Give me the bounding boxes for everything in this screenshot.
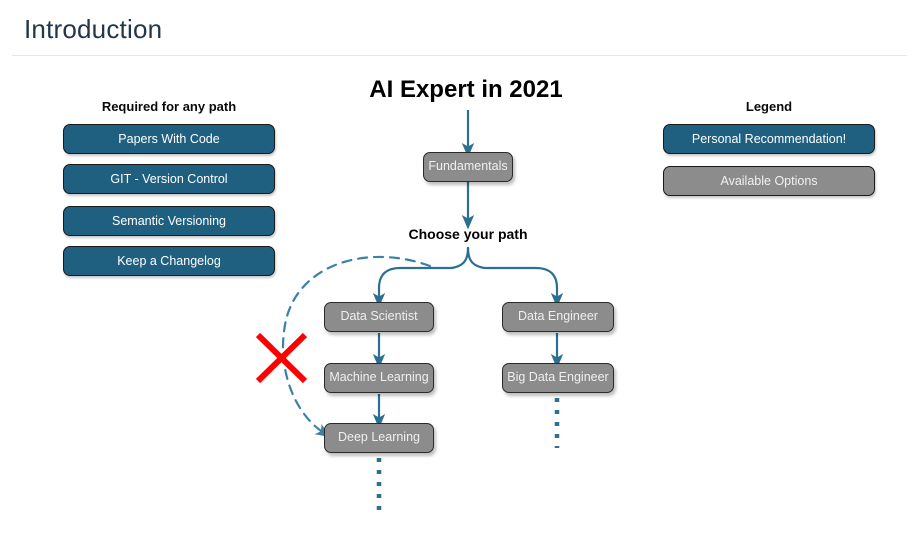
required-item-papers-with-code[interactable]: Papers With Code (63, 124, 275, 154)
legend-item-personal-recommendation: Personal Recommendation! (663, 124, 875, 154)
legend-section-heading: Legend (745, 99, 793, 114)
node-fundamentals[interactable]: Fundamentals (423, 152, 513, 182)
page-header: Introduction (0, 0, 919, 58)
arrow-split-right-branch (466, 246, 564, 308)
node-data-scientist[interactable]: Data Scientist (324, 302, 434, 332)
required-item-keep-a-changelog[interactable]: Keep a Changelog (63, 246, 275, 276)
header-divider (12, 55, 907, 56)
legend-item-available-options: Available Options (663, 166, 875, 196)
diagram-page: Introduction Required for any path Paper… (0, 0, 919, 539)
arrow-split-left-branch (372, 246, 470, 308)
node-data-engineer[interactable]: Data Engineer (502, 302, 614, 332)
node-deep-learning[interactable]: Deep Learning (324, 423, 434, 453)
page-title: Introduction (24, 14, 163, 44)
node-machine-learning[interactable]: Machine Learning (324, 363, 434, 393)
required-section-heading: Required for any path (101, 99, 237, 114)
required-item-semantic-versioning[interactable]: Semantic Versioning (63, 206, 275, 236)
required-item-git-version-control[interactable]: GIT - Version Control (63, 164, 275, 194)
red-x-icon (255, 332, 308, 384)
node-big-data-engineer[interactable]: Big Data Engineer (502, 363, 614, 393)
diagram-title: AI Expert in 2021 (369, 76, 563, 103)
dashed-shortcut-to-deep-learning (282, 255, 432, 438)
choose-path-label: Choose your path (408, 226, 528, 242)
